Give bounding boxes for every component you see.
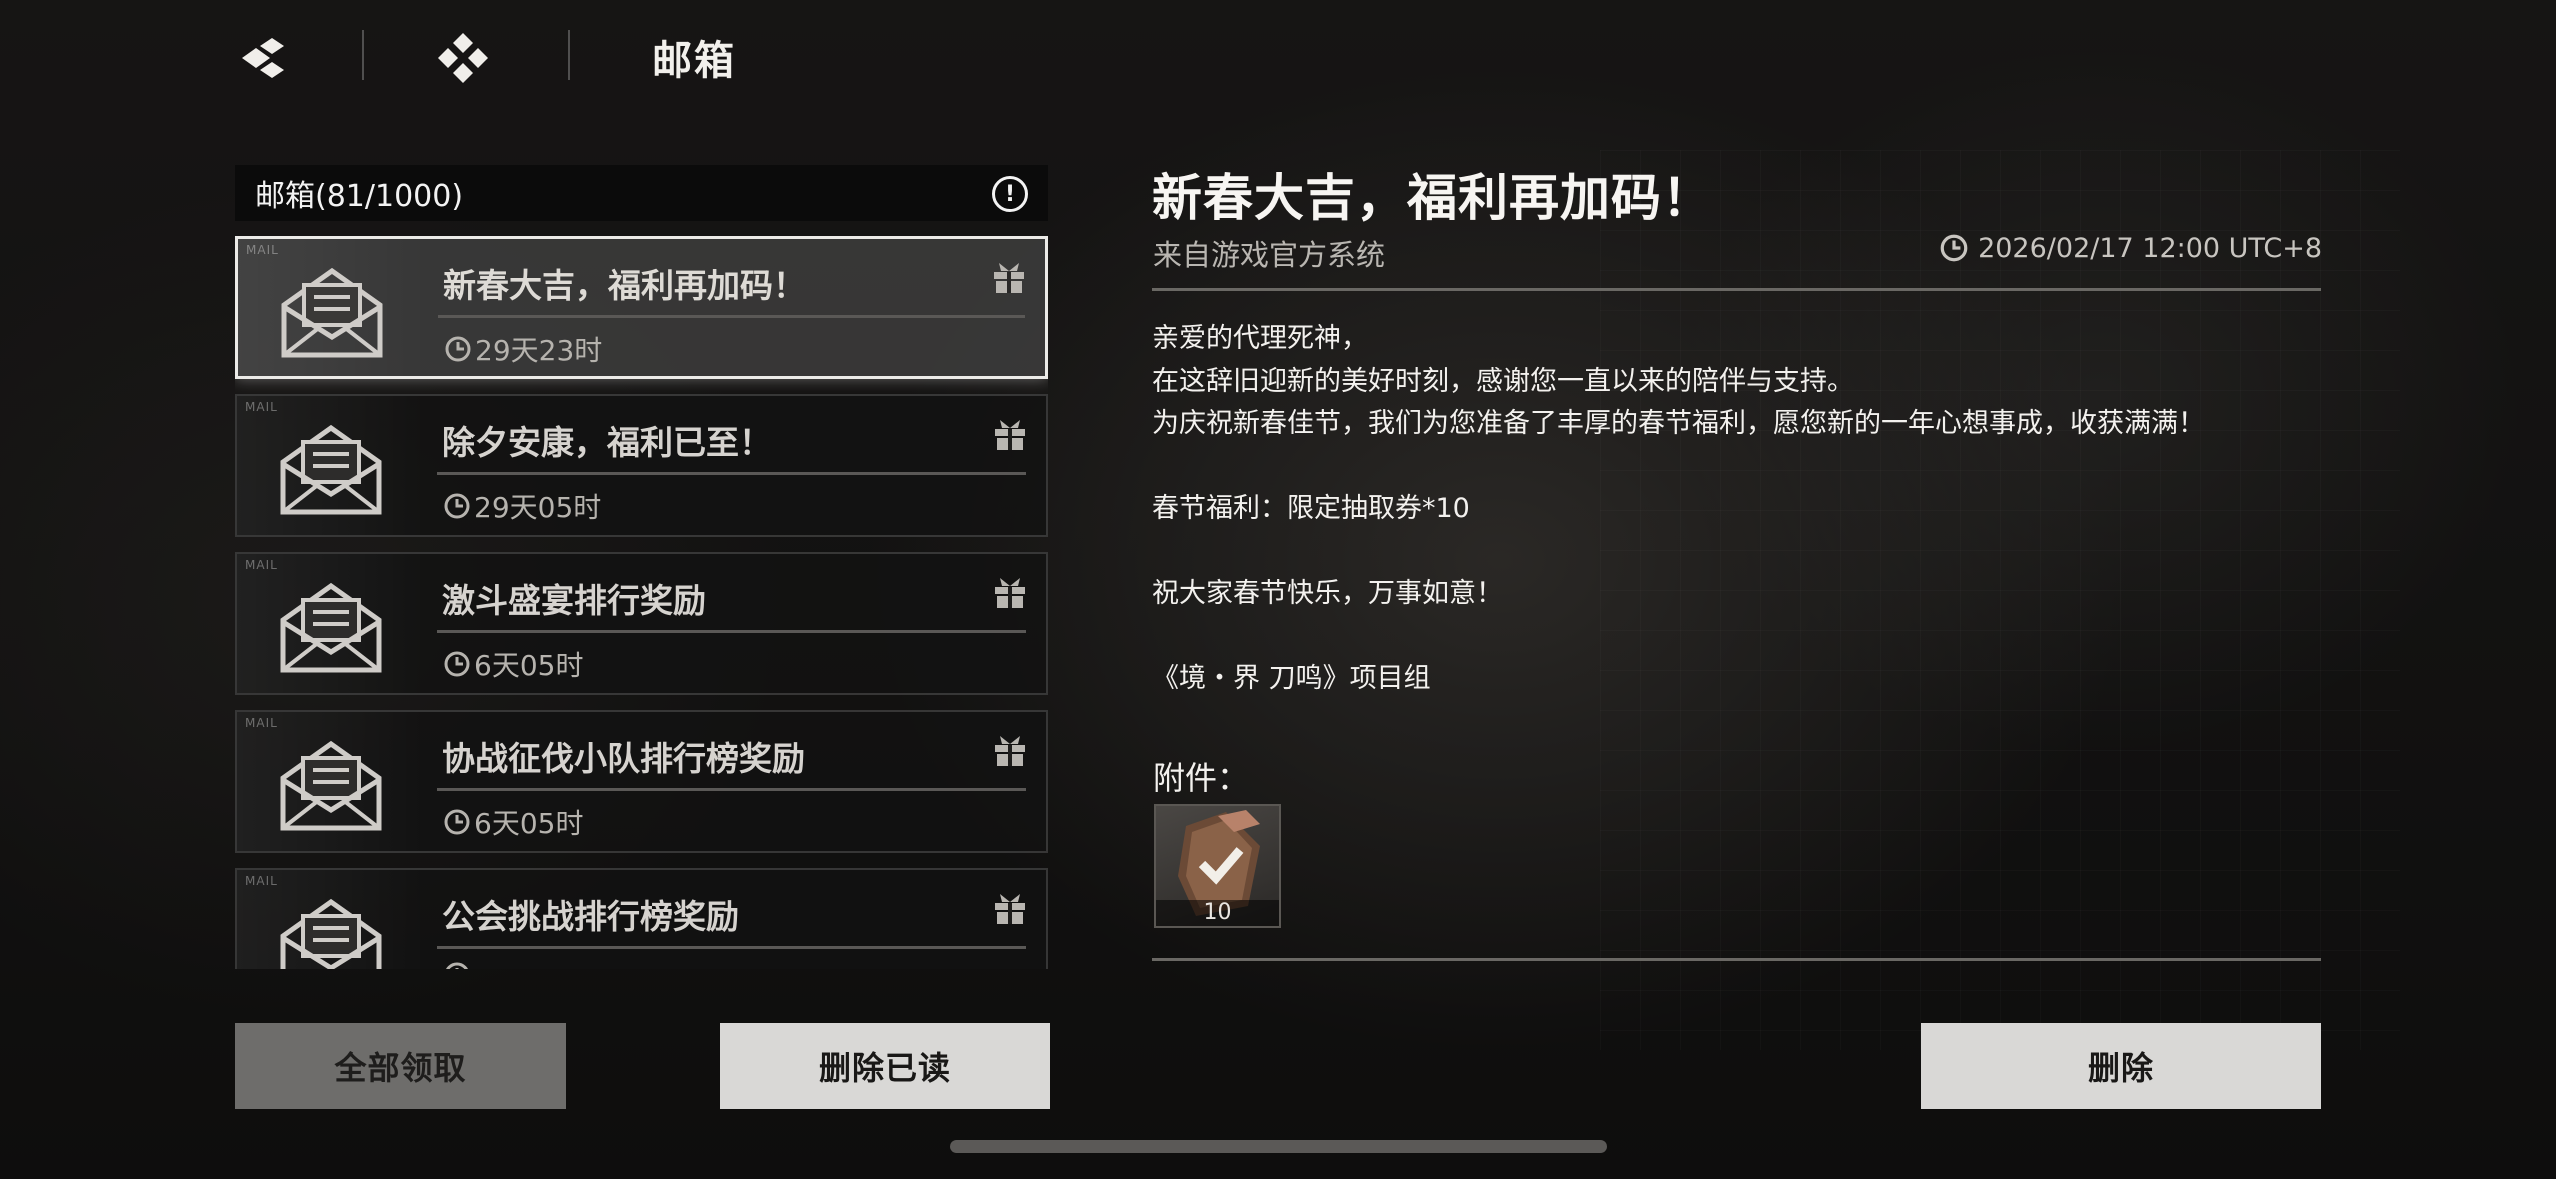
gift-icon bbox=[994, 263, 1024, 293]
envelope-icon bbox=[281, 267, 383, 358]
mail-sender: 来自游戏官方系统 bbox=[1153, 238, 1386, 272]
mail-divider bbox=[437, 630, 1026, 633]
gift-icon bbox=[995, 420, 1025, 450]
gift-icon bbox=[995, 578, 1025, 608]
attachments-label: 附件： bbox=[1153, 759, 1250, 797]
mail-body: 亲爱的代理死神， 在这辞旧迎新的美好时刻，感谢您一直以来的陪伴与支持。 为庆祝新… bbox=[1152, 318, 2321, 701]
mail-body-line: 春节福利：限定抽取券*10 bbox=[1152, 493, 1470, 524]
mail-divider bbox=[437, 788, 1026, 791]
mail-date-text: 2026/02/17 12:00 UTC+8 bbox=[1978, 232, 2322, 264]
mail-expiry: 29天23时 bbox=[443, 329, 602, 369]
envelope-icon bbox=[280, 582, 382, 673]
top-bar-separator bbox=[362, 30, 364, 80]
mail-thumbnail: MAIL bbox=[237, 870, 427, 969]
mail-item[interactable]: MAIL 协战征伐小队排行榜奖励 6天05时 bbox=[235, 710, 1048, 853]
mail-tag: MAIL bbox=[245, 716, 278, 730]
delete-button[interactable]: 删除 bbox=[1921, 1023, 2321, 1109]
mail-body-line bbox=[1152, 616, 2321, 659]
gift-icon bbox=[995, 736, 1025, 766]
mail-thumbnail: MAIL bbox=[237, 712, 427, 851]
mail-time-left: 29天23时 bbox=[475, 334, 603, 367]
top-bar-separator bbox=[568, 30, 570, 80]
mail-expiry: 29天05时 bbox=[442, 486, 601, 526]
mail-item[interactable]: MAIL 除夕安康，福利已至！ 29天05时 bbox=[235, 394, 1048, 537]
mail-title: 激斗盛宴排行奖励 bbox=[442, 581, 706, 620]
home-indicator[interactable] bbox=[950, 1140, 1607, 1153]
mail-body-line: 《境・界 刀鸣》项目组 bbox=[1152, 663, 1431, 694]
mail-list-header: 邮箱(81/1000) ! bbox=[235, 165, 1048, 221]
top-bar: 邮箱 bbox=[0, 0, 2556, 115]
home-icon[interactable] bbox=[432, 28, 494, 88]
mail-title: 公会挑战排行榜奖励 bbox=[442, 897, 739, 936]
delete-read-button[interactable]: 删除已读 bbox=[720, 1023, 1050, 1109]
clock-icon bbox=[1940, 234, 1968, 262]
attachment-count: 10 bbox=[1156, 900, 1279, 926]
mail-detail-title: 新春大吉，福利再加码！ bbox=[1152, 168, 1713, 227]
mail-body-line bbox=[1152, 446, 2321, 489]
mail-title: 新春大吉，福利再加码！ bbox=[443, 266, 806, 305]
mail-expiry: 6天05时 bbox=[442, 644, 583, 684]
clock-icon bbox=[444, 493, 470, 519]
mail-tag: MAIL bbox=[245, 558, 278, 572]
mail-body-line: 祝大家春节快乐，万事如意！ bbox=[1152, 578, 1503, 609]
envelope-icon bbox=[280, 424, 382, 515]
mail-title: 协战征伐小队排行榜奖励 bbox=[442, 739, 805, 778]
claim-all-button[interactable]: 全部领取 bbox=[235, 1023, 566, 1109]
mail-tag: MAIL bbox=[245, 400, 278, 414]
mail-time-left: 29天05时 bbox=[474, 491, 602, 524]
clock-icon bbox=[445, 336, 471, 362]
mail-title: 除夕安康，福利已至！ bbox=[442, 423, 772, 462]
divider bbox=[1152, 288, 2321, 291]
back-icon[interactable] bbox=[232, 28, 294, 88]
mail-time-left: 6天05时 bbox=[474, 807, 584, 840]
mail-tag: MAIL bbox=[245, 874, 278, 888]
info-alert-icon[interactable]: ! bbox=[992, 176, 1028, 212]
mail-divider bbox=[437, 472, 1026, 475]
mail-list[interactable]: MAIL 新春大吉，福利再加码！ 29天23时 MAIL 除夕安康，福利已至！ … bbox=[235, 236, 1048, 969]
clock-icon bbox=[444, 651, 470, 677]
mail-count-label: 邮箱(81/1000) bbox=[255, 179, 464, 214]
mail-thumbnail: MAIL bbox=[237, 554, 427, 693]
mail-divider bbox=[437, 946, 1026, 949]
mail-expiry: 6天05时 bbox=[442, 802, 583, 842]
envelope-icon bbox=[280, 898, 382, 969]
mail-tag: MAIL bbox=[246, 243, 279, 257]
mail-date: 2026/02/17 12:00 UTC+8 bbox=[1938, 232, 2322, 264]
mail-item[interactable]: MAIL 激斗盛宴排行奖励 6天05时 bbox=[235, 552, 1048, 695]
mail-thumbnail: MAIL bbox=[237, 396, 427, 535]
gift-icon bbox=[995, 894, 1025, 924]
page-title: 邮箱 bbox=[652, 37, 736, 84]
mail-body-line: 为庆祝新春佳节，我们为您准备了丰厚的春节福利，愿您新的一年心想事成，收获满满！ bbox=[1152, 408, 2205, 439]
divider bbox=[1152, 958, 2321, 961]
mail-divider bbox=[438, 315, 1025, 318]
mail-item[interactable]: MAIL 公会挑战排行榜奖励 bbox=[235, 868, 1048, 969]
mail-body-line bbox=[1152, 531, 2321, 574]
clock-icon bbox=[446, 962, 468, 969]
clock-icon bbox=[444, 809, 470, 835]
attachment-item[interactable]: 10 bbox=[1154, 804, 1281, 928]
mail-item[interactable]: MAIL 新春大吉，福利再加码！ 29天23时 bbox=[235, 236, 1048, 379]
mail-thumbnail: MAIL bbox=[238, 239, 428, 376]
mail-time-left: 6天05时 bbox=[474, 649, 584, 682]
mail-body-line: 亲爱的代理死神， bbox=[1152, 323, 1368, 354]
envelope-icon bbox=[280, 740, 382, 831]
mail-expiry bbox=[442, 960, 474, 969]
mail-body-line: 在这辞旧迎新的美好时刻，感谢您一直以来的陪伴与支持。 bbox=[1152, 365, 1854, 397]
